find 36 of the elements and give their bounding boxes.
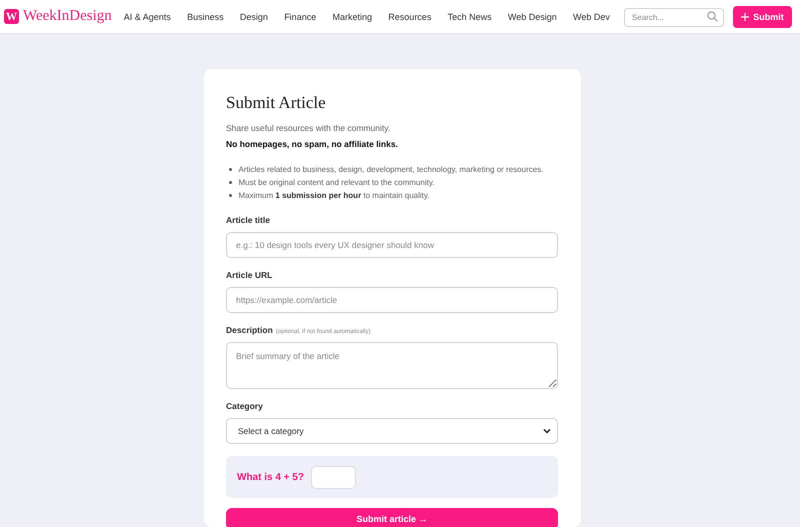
category-dropdown[interactable]: Select a category xyxy=(226,418,558,444)
nav-link[interactable]: Web Dev xyxy=(573,12,610,22)
brand-name[interactable]: WeekInDesign xyxy=(23,8,112,25)
plus-icon xyxy=(741,12,750,20)
intro-text: Share useful resources with the community. xyxy=(226,123,392,133)
guideline-text: Must be original content and relevant to the community. xyxy=(238,178,434,187)
bullet-icon xyxy=(229,194,232,197)
text-area[interactable]: Brief summary of the article xyxy=(226,342,558,389)
captcha-question: What is 4 + 5? xyxy=(237,472,304,482)
guideline-text: Maximum 1 submission per hour to maintain quality. xyxy=(238,191,430,200)
submit-button[interactable]: Submit xyxy=(733,6,792,28)
nav-link[interactable]: Finance xyxy=(284,12,316,22)
logo-icon[interactable]: W xyxy=(4,9,19,24)
bullet-icon xyxy=(229,168,232,171)
bullet-icon xyxy=(229,181,232,184)
search-icon xyxy=(707,11,718,22)
search-field[interactable]: Search... xyxy=(624,8,724,27)
nav-link[interactable]: Business xyxy=(187,12,224,22)
input-field[interactable]: e.g.: 10 design tools every UX designer should know xyxy=(226,232,558,258)
nav-link[interactable]: Marketing xyxy=(332,12,372,22)
nav-link[interactable]: Resources xyxy=(388,12,432,22)
input-field[interactable]: https://example.com/article xyxy=(226,287,558,313)
answer-field[interactable] xyxy=(310,466,356,488)
rule-text: No homepages, no spam, no affiliate links. xyxy=(226,139,399,149)
nav-link[interactable]: Tech News xyxy=(448,12,492,22)
field-label: Article URL xyxy=(226,270,272,280)
nav-link[interactable]: Web Design xyxy=(508,12,557,22)
guideline-text: Articles related to business, design, development, technology, marketing or resources. xyxy=(238,165,544,174)
field-label: Article title xyxy=(226,215,270,225)
field-label: Category xyxy=(226,401,263,411)
chevron-down-icon xyxy=(543,428,551,434)
nav-link[interactable]: AI & Agents xyxy=(124,12,171,22)
page-title: Submit Article xyxy=(226,93,327,113)
submit-article-button[interactable]: Submit article → xyxy=(226,508,558,527)
field-label: Description xyxy=(226,325,273,335)
nav-link[interactable]: Design xyxy=(240,12,268,22)
